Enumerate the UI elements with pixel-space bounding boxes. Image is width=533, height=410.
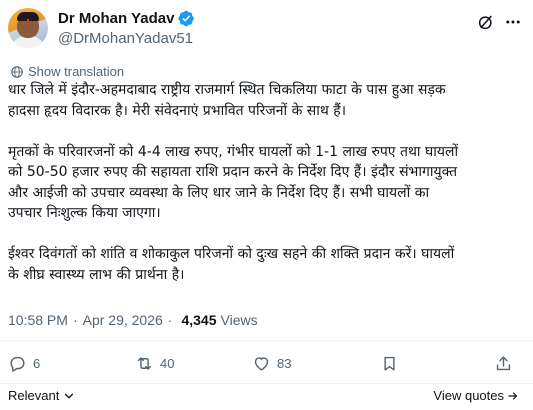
action-bar: 6 40 83 (0, 354, 533, 378)
like-button[interactable]: 83 (252, 354, 291, 373)
post-text: धार जिले में इंदौर-अहमदाबाद राष्ट्रीय रा… (8, 80, 523, 306)
reply-icon (10, 356, 25, 372)
post-paragraph: ईश्वर दिवंगतों को शांति व शोकाकुल परिजनो… (8, 246, 455, 283)
replies-footer: Relevant View quotes (0, 388, 533, 408)
bookmark-icon (384, 356, 395, 371)
share-icon (496, 356, 511, 371)
divider (0, 340, 533, 341)
arrow-right-icon (508, 391, 518, 400)
globe-icon (11, 65, 23, 78)
repost-count: 40 (160, 356, 175, 371)
avatar[interactable] (8, 8, 48, 48)
show-translation-label: Show translation (28, 64, 125, 79)
post-time[interactable]: 10:58 PM (8, 312, 68, 328)
sort-label: Relevant (8, 388, 60, 403)
views-label: Views (220, 312, 258, 328)
author-display-name[interactable]: Dr Mohan Yadav (58, 10, 174, 27)
more-options-icon[interactable] (503, 13, 523, 31)
sort-replies-dropdown[interactable]: Relevant (8, 388, 76, 403)
post-date[interactable]: Apr 29, 2026 (83, 312, 163, 328)
grok-icon[interactable] (477, 13, 495, 31)
meta-separator: · (167, 312, 173, 328)
reply-count: 6 (33, 356, 41, 371)
verified-badge-icon (178, 10, 195, 27)
repost-button[interactable]: 40 (135, 354, 174, 373)
views-count: 4,345 (181, 312, 217, 328)
reply-button[interactable]: 6 (8, 354, 40, 373)
view-quotes-link[interactable]: View quotes (433, 388, 519, 403)
meta-separator: · (72, 312, 78, 328)
chevron-down-icon (65, 393, 74, 398)
repost-icon (137, 357, 152, 370)
post-header: Dr Mohan Yadav @DrMohanYadav51 (8, 8, 525, 50)
post-meta: 10:58 PM · Apr 29, 2026 · 4,345 Views (8, 312, 258, 328)
post-paragraph: मृतकों के परिवारजनों को 4-4 लाख रुपए, गं… (8, 143, 459, 222)
show-translation-button[interactable]: Show translation (10, 64, 124, 79)
author-handle[interactable]: @DrMohanYadav51 (58, 30, 193, 47)
post-paragraph: धार जिले में इंदौर-अहमदाबाद राष्ट्रीय रा… (8, 82, 446, 119)
share-button[interactable] (494, 354, 519, 373)
author-name-row: Dr Mohan Yadav (58, 10, 195, 27)
view-quotes-label: View quotes (433, 388, 504, 403)
like-count: 83 (277, 356, 292, 371)
divider (0, 383, 533, 384)
bookmark-button[interactable] (380, 354, 405, 373)
heart-icon (254, 357, 269, 371)
